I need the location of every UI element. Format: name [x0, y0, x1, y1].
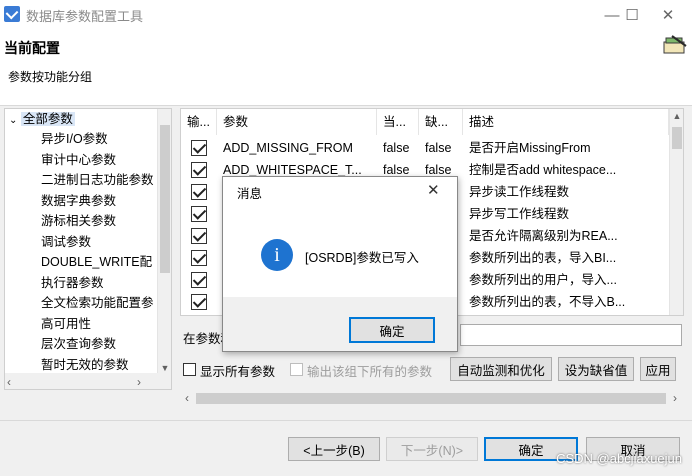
dialog-ok-button[interactable]: 确定: [349, 317, 435, 343]
tree-root[interactable]: ⌄ 全部参数: [9, 109, 75, 129]
page-header: 当前配置 参数按功能分组: [0, 30, 692, 105]
dialog-title-bar: 消息 ✕: [223, 177, 457, 205]
dialog-message: [OSRDB]参数已写入: [305, 251, 419, 265]
dialog-title: 消息: [237, 187, 263, 201]
table-cell-desc: 参数所列出的表，不导入B...: [469, 295, 626, 309]
tree-item[interactable]: 执行器参数: [41, 273, 104, 293]
tree-horizontal-scrollbar[interactable]: ‹ ›: [5, 373, 171, 389]
tree-item[interactable]: 数据字典参数: [41, 191, 116, 211]
tree-vertical-scrollbar[interactable]: ▼: [157, 109, 171, 373]
tree-item[interactable]: 异步I/O参数: [41, 129, 108, 149]
scroll-thumb[interactable]: [160, 125, 170, 273]
next-step-button[interactable]: 下一步(N)>: [386, 437, 478, 461]
tree-item[interactable]: 调试参数: [41, 232, 91, 252]
table-horizontal-scrollbar[interactable]: ‹ ›: [180, 390, 684, 407]
output-checkbox[interactable]: [191, 250, 207, 266]
apply-button[interactable]: 应用: [640, 357, 676, 381]
footer-divider: [0, 420, 692, 421]
scroll-thumb[interactable]: [196, 393, 666, 404]
prev-step-button[interactable]: <上一步(B): [288, 437, 380, 461]
app-icon: [4, 6, 20, 22]
scroll-thumb[interactable]: [672, 127, 682, 149]
tree-item[interactable]: DOUBLE_WRITE配: [41, 252, 152, 272]
close-button[interactable]: ✕: [648, 0, 688, 30]
scroll-left-icon[interactable]: ‹: [7, 375, 11, 389]
window-title: 数据库参数配置工具: [26, 9, 144, 24]
scroll-left-icon[interactable]: ‹: [180, 391, 194, 405]
table-vertical-scrollbar[interactable]: ▲: [669, 109, 683, 315]
close-icon: ✕: [661, 7, 675, 24]
search-input[interactable]: [460, 324, 682, 346]
table-cell-desc: 是否允许隔离级别为REA...: [469, 229, 618, 243]
table-cell-default: false: [425, 141, 452, 155]
output-checkbox[interactable]: [191, 184, 207, 200]
table-cell-desc: 控制是否add whitespace...: [469, 163, 617, 177]
table-cell-current: false: [383, 141, 410, 155]
column-header-current[interactable]: 当...: [377, 109, 419, 135]
export-group-checkbox[interactable]: [290, 363, 303, 376]
header-divider: [0, 105, 692, 106]
output-checkbox[interactable]: [191, 162, 207, 178]
tree-item[interactable]: 高可用性: [41, 314, 91, 334]
export-group-label: 输出该组下所有的参数: [307, 365, 433, 379]
tree-item[interactable]: 暂时无效的参数: [41, 355, 129, 375]
scroll-right-icon[interactable]: ›: [668, 391, 682, 405]
tree-item[interactable]: 层次查询参数: [41, 334, 116, 354]
scroll-right-icon[interactable]: ›: [137, 375, 141, 389]
column-header-output[interactable]: 输...: [181, 109, 217, 135]
chevron-down-icon[interactable]: ⌄: [9, 115, 17, 126]
title-bar: 数据库参数配置工具 — ☐ ✕: [0, 0, 692, 30]
scroll-down-icon[interactable]: ▼: [158, 363, 171, 373]
output-checkbox[interactable]: [191, 294, 207, 310]
dialog-close-icon[interactable]: ✕: [427, 181, 440, 199]
maximize-icon: ☐: [625, 7, 639, 24]
tree-item[interactable]: 游标相关参数: [41, 211, 116, 231]
info-icon: i: [261, 239, 293, 271]
scroll-up-icon[interactable]: ▲: [670, 111, 683, 121]
output-checkbox[interactable]: [191, 140, 207, 156]
column-header-param[interactable]: 参数: [217, 109, 377, 135]
output-checkbox[interactable]: [191, 228, 207, 244]
watermark: CSDN @abcjiaxuejun: [556, 451, 682, 466]
auto-monitor-button[interactable]: 自动监测和优化: [450, 357, 552, 381]
table-cell-desc: 异步读工作线程数: [469, 185, 570, 199]
page-subtitle: 参数按功能分组: [8, 70, 93, 84]
page-title: 当前配置: [4, 40, 60, 56]
wizard-book-icon: [663, 35, 687, 54]
table-cell-param: ADD_MISSING_FROM: [223, 141, 353, 155]
tree-item[interactable]: 审计中心参数: [41, 150, 116, 170]
set-default-button[interactable]: 设为缺省值: [558, 357, 634, 381]
message-dialog[interactable]: 消息 ✕ i [OSRDB]参数已写入 确定: [222, 176, 458, 352]
maximize-button[interactable]: ☐: [592, 0, 638, 30]
tree-item[interactable]: 二进制日志功能参数: [41, 170, 154, 190]
column-header-default[interactable]: 缺...: [419, 109, 463, 135]
show-all-checkbox[interactable]: [183, 363, 196, 376]
table-cell-desc: 是否开启MissingFrom: [469, 141, 591, 155]
tree-root-label: 全部参数: [20, 112, 75, 126]
table-cell-desc: 异步写工作线程数: [469, 207, 570, 221]
output-checkbox[interactable]: [191, 206, 207, 222]
output-checkbox[interactable]: [191, 272, 207, 288]
parameter-group-tree[interactable]: ⌄ 全部参数 异步I/O参数 审计中心参数 二进制日志功能参数 数据字典参数 游标相关参…: [4, 108, 172, 390]
table-cell-desc: 参数所列出的表，导入BI...: [469, 251, 617, 265]
table-cell-desc: 参数所列出的用户，导入...: [469, 273, 617, 287]
tree-item[interactable]: 全文检索功能配置参: [41, 293, 154, 313]
show-all-label: 显示所有参数: [200, 365, 276, 379]
column-header-description[interactable]: 描述: [463, 109, 669, 135]
